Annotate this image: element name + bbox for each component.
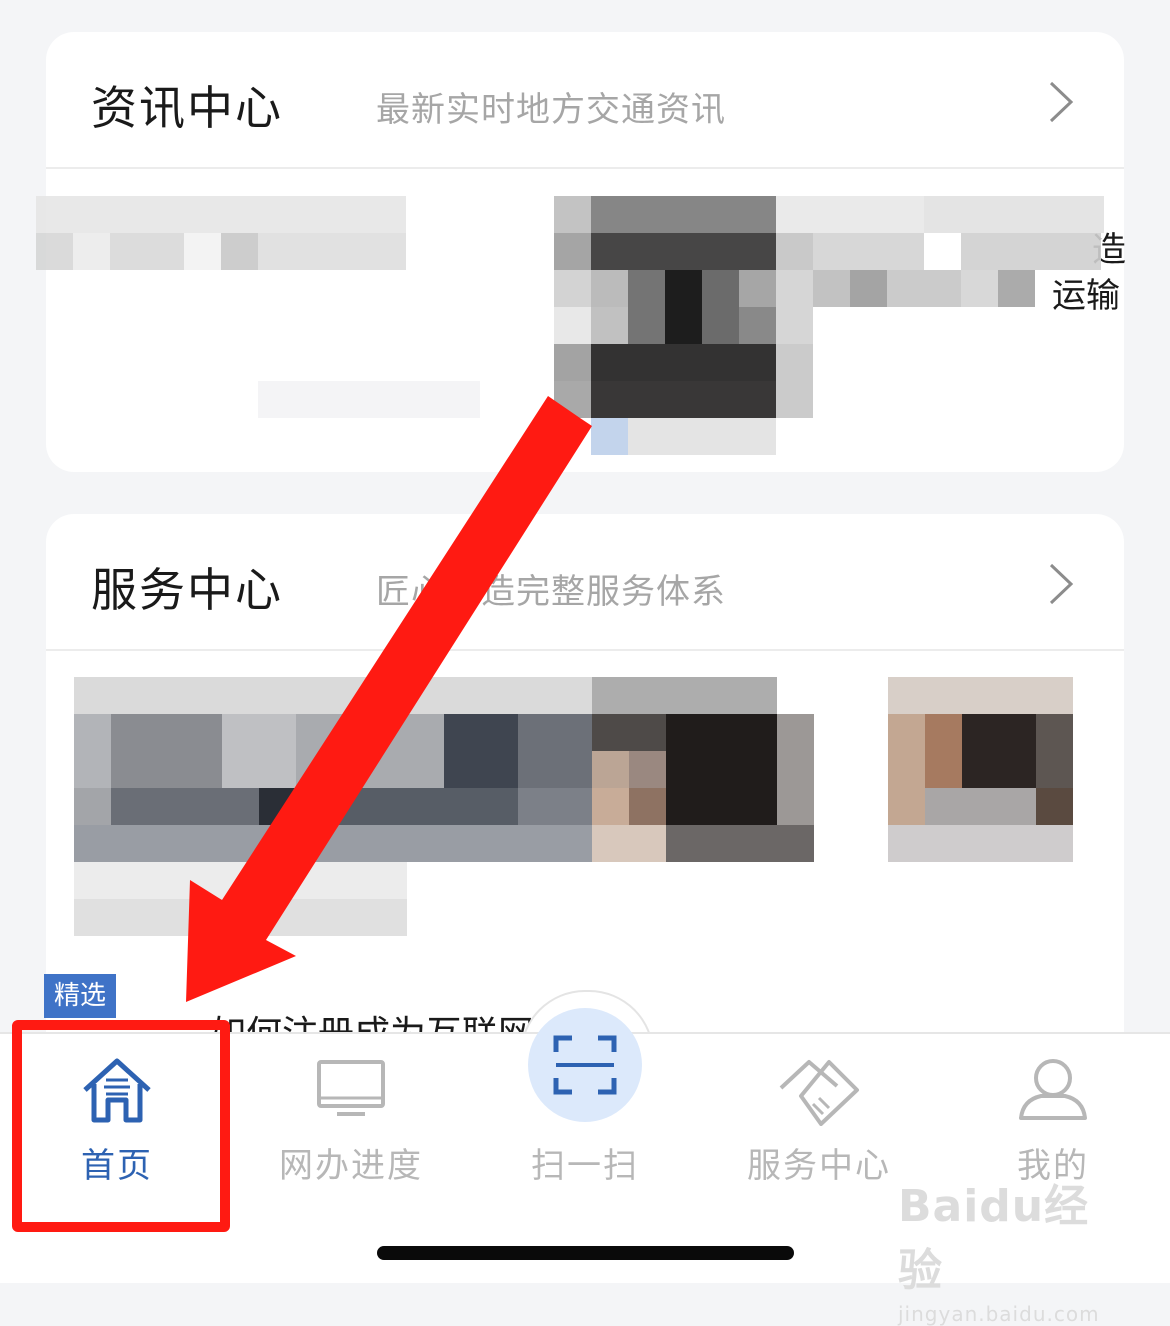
home-indicator bbox=[377, 1246, 794, 1260]
watermark-logo: Baidu经验 bbox=[898, 1181, 1090, 1296]
annotation-highlight-box bbox=[12, 1020, 230, 1232]
watermark: Baidu经验 jingyan.baidu.com bbox=[898, 1170, 1118, 1326]
watermark-url: jingyan.baidu.com bbox=[898, 1302, 1100, 1326]
